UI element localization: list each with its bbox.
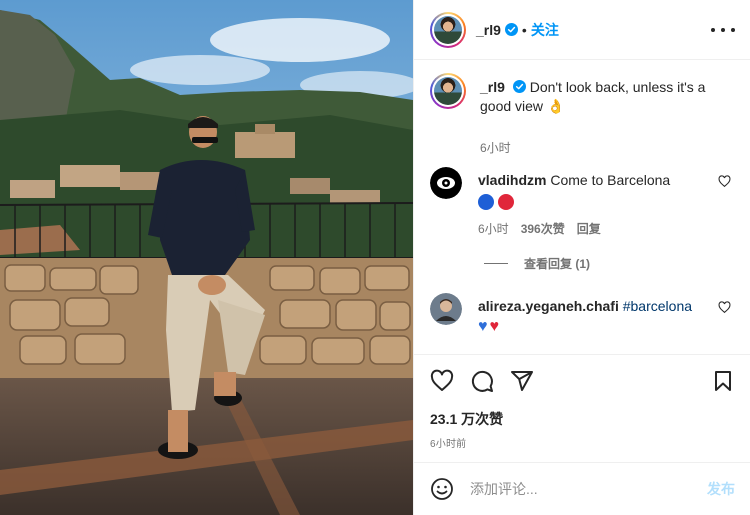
comments-list[interactable]: _rl9 Don't look back, unless it's a good… — [414, 61, 750, 353]
comment-time[interactable]: 6小时 — [478, 220, 509, 237]
red-heart-emoji: ♥ — [489, 318, 500, 335]
likes-count[interactable]: 23.1 万次赞 — [430, 409, 503, 429]
post-comment-button[interactable]: 发布 — [707, 479, 735, 499]
comment-username[interactable]: alireza.yeganeh.chafi — [478, 298, 619, 314]
author-username[interactable]: _rl9 — [476, 22, 501, 38]
comment-item: alireza.yeganeh.chafi #barcelona ♥ ♥ — [430, 293, 750, 353]
caption-avatar[interactable] — [430, 73, 466, 109]
blue-circle-emoji — [478, 194, 494, 210]
red-circle-emoji — [498, 194, 514, 210]
caption-time[interactable]: 6小时 — [480, 139, 511, 156]
reply-button[interactable]: 回复 — [577, 220, 601, 237]
like-comment-heart-icon[interactable] — [718, 301, 731, 314]
more-horizontal-icon[interactable] — [711, 20, 735, 40]
commenter-avatar[interactable] — [430, 167, 462, 199]
follow-button[interactable]: 关注 — [531, 20, 559, 40]
bookmark-icon[interactable] — [711, 369, 735, 393]
comment-bubble-icon[interactable] — [470, 369, 494, 393]
verified-badge-icon — [504, 23, 518, 36]
post-photo[interactable] — [0, 0, 413, 515]
comment-meta: 6小时 396次赞 回复 — [478, 220, 601, 237]
share-send-icon[interactable] — [510, 369, 534, 393]
caption-text: _rl9 Don't look back, unless it's a good… — [480, 78, 735, 116]
action-icons — [430, 369, 534, 393]
comment-text: alireza.yeganeh.chafi #barcelona ♥ ♥ — [478, 297, 718, 335]
emoji-smiley-icon[interactable] — [430, 477, 454, 501]
post-header: _rl9 • 关注 — [414, 0, 750, 60]
like-comment-heart-icon[interactable] — [718, 175, 731, 188]
comment-username[interactable]: vladihdzm — [478, 172, 546, 188]
separator-dot: • — [521, 21, 527, 38]
post-timestamp[interactable]: 6小时前 — [430, 435, 466, 450]
view-replies-button[interactable]: 查看回复 (1) — [484, 255, 590, 272]
comment-emojis: ♥ ♥ — [478, 319, 718, 335]
post-sidebar: _rl9 • 关注 _rl9 Don't look back, unless i… — [413, 0, 750, 515]
blue-heart-emoji: ♥ — [478, 318, 488, 335]
comment-likes[interactable]: 396次赞 — [521, 220, 565, 237]
comment-body: Come to Barcelona — [550, 172, 671, 188]
comment-text: vladihdzm Come to Barcelona — [478, 171, 718, 211]
view-replies-label: 查看回复 (1) — [524, 257, 591, 271]
like-heart-icon[interactable] — [430, 369, 454, 393]
comment-emojis — [478, 193, 718, 211]
ok-hand-emoji: 👌 — [546, 98, 565, 114]
comment-input[interactable] — [470, 481, 680, 497]
hashtag-link[interactable]: #barcelona — [623, 298, 692, 314]
save-bookmark-button[interactable] — [711, 369, 735, 398]
landscape-photo — [0, 0, 413, 515]
replies-divider — [484, 263, 508, 264]
add-comment-bar: 发布 — [414, 462, 750, 515]
post-actions: 23.1 万次赞 6小时前 — [414, 354, 750, 462]
commenter-avatar[interactable] — [430, 293, 462, 325]
author-avatar[interactable] — [430, 11, 466, 48]
instagram-post-viewer: _rl9 • 关注 _rl9 Don't look back, unless i… — [0, 0, 750, 515]
caption-username[interactable]: _rl9 — [480, 79, 505, 95]
verified-badge-icon — [512, 80, 526, 93]
